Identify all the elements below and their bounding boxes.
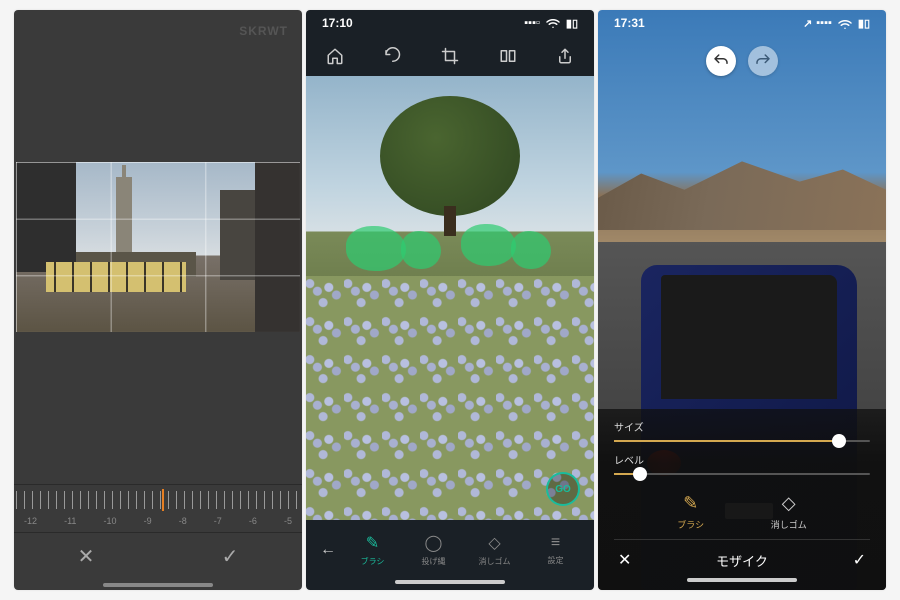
confirm-button[interactable]: ✓ (158, 533, 302, 580)
ruler-labels: -12-11 -10-9 -8-7 -6-5 (24, 516, 292, 526)
redo-button[interactable] (748, 46, 778, 76)
wifi-icon (544, 13, 562, 34)
tool-lasso[interactable]: ◯ 投げ縄 (405, 533, 462, 567)
photo-preview (16, 162, 300, 332)
battery-icon: ▮▯ (566, 17, 578, 30)
signal-icon: ▪▪▪▫ (524, 17, 540, 29)
app-mosaic: 17:31 ↗ ▪▪▪▪ ▮▯ サイズ レベル (598, 10, 886, 590)
status-bar: 17:31 ↗ ▪▪▪▪ ▮▯ (598, 10, 886, 36)
undo-icon[interactable] (380, 44, 404, 68)
back-button[interactable]: ← (316, 541, 340, 559)
confirm-button[interactable]: ✓ (853, 550, 866, 570)
brush-icon: ✎ (366, 533, 379, 553)
top-toolbar (306, 36, 594, 76)
home-indicator[interactable] (306, 580, 594, 590)
settings-icon: ≡ (551, 534, 560, 552)
slider-level[interactable]: レベル (614, 452, 870, 475)
panel-title: モザイク (716, 551, 768, 570)
selection-mask[interactable] (461, 224, 516, 266)
cancel-button[interactable]: ✕ (14, 533, 158, 580)
tool-brush[interactable]: ✎ ブラシ (677, 493, 704, 531)
watermark: SKRWT (239, 24, 288, 38)
bottom-toolbar: ← ✎ ブラシ ◯ 投げ縄 ◇ 消しゴム ≡ 設定 (306, 520, 594, 580)
eraser-icon: ◇ (782, 493, 796, 514)
adjustment-ruler[interactable]: -12-11 -10-9 -8-7 -6-5 (14, 484, 302, 532)
tool-brush[interactable]: ✎ ブラシ (344, 533, 401, 567)
brush-icon: ✎ (683, 493, 698, 514)
location-icon: ↗ (803, 17, 812, 30)
compare-icon[interactable] (496, 44, 520, 68)
selection-mask[interactable] (346, 226, 406, 271)
share-icon[interactable] (553, 44, 577, 68)
app-retouch: 17:10 ▪▪▪▫ ▮▯ GO ← (306, 10, 594, 590)
undo-button[interactable] (706, 46, 736, 76)
home-icon[interactable] (323, 44, 347, 68)
controls-panel: サイズ レベル ✎ ブラシ ◇ 消しゴム ✕ モザイク ✓ (598, 409, 886, 590)
tool-settings[interactable]: ≡ 設定 (527, 534, 584, 566)
status-time: 17:31 (614, 16, 645, 30)
tool-eraser[interactable]: ◇ 消しゴム (466, 533, 523, 567)
selection-mask[interactable] (401, 231, 441, 269)
home-indicator[interactable] (14, 580, 302, 590)
signal-icon: ▪▪▪▪ (816, 17, 832, 29)
edit-canvas[interactable] (14, 10, 302, 484)
crop-icon[interactable] (438, 44, 462, 68)
cancel-button[interactable]: ✕ (618, 550, 631, 570)
go-button[interactable]: GO (546, 472, 580, 506)
selection-mask[interactable] (511, 231, 551, 269)
wifi-icon (836, 14, 854, 32)
status-bar: 17:10 ▪▪▪▫ ▮▯ (306, 10, 594, 36)
home-indicator[interactable] (614, 578, 870, 590)
app-skrwt: SKRWT -12-11 -10-9 -8-7 -6-5 ✕ ✓ (14, 10, 302, 590)
status-time: 17:10 (322, 16, 353, 30)
tool-eraser[interactable]: ◇ 消しゴム (771, 493, 807, 531)
ruler-marker[interactable] (162, 489, 164, 511)
slider-size[interactable]: サイズ (614, 419, 870, 442)
edit-canvas[interactable]: GO (306, 76, 594, 520)
eraser-icon: ◇ (488, 533, 500, 553)
battery-icon: ▮▯ (858, 17, 870, 30)
lasso-icon: ◯ (425, 533, 443, 553)
